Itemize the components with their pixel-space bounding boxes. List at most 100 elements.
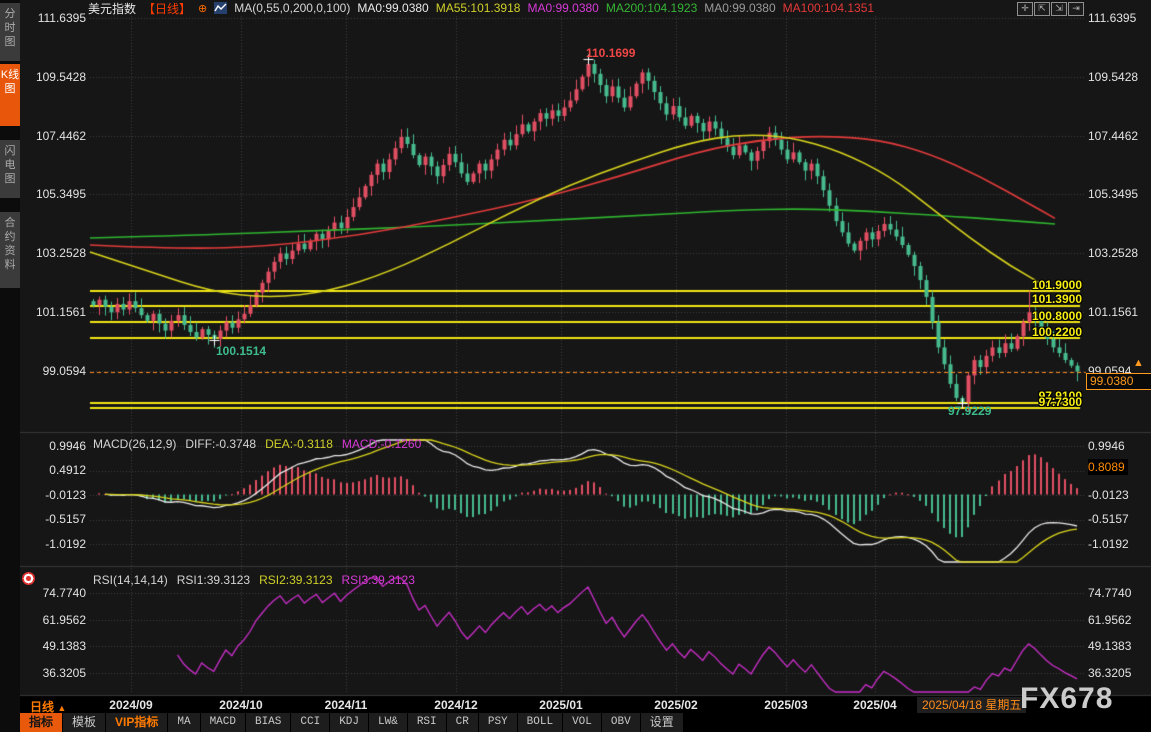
y-axis-label: 103.2528 [22, 246, 86, 260]
rsi-axis-label: 74.7740 [22, 586, 86, 600]
ma0b-value: MA0:99.0380 [527, 1, 598, 15]
toolbar-lw-button[interactable]: LW& [369, 713, 408, 732]
toolbar-kdj-button[interactable]: KDJ [330, 713, 369, 732]
x-axis-month: 2024/09 [101, 698, 161, 712]
y-axis-label: 111.6395 [22, 11, 86, 25]
app: { "header": { "title": "美元指数", "period_t… [0, 0, 1151, 732]
rsi1-value: RSI1:39.3123 [177, 573, 250, 587]
y-axis-label: 105.3495 [22, 187, 86, 201]
left-sidebar: 分时图 K线图 闪电图 合约资料 [0, 0, 20, 732]
sidebar-item-flash[interactable]: 闪电图 [0, 140, 20, 198]
toolbar-vip-button[interactable]: VIP指标 [106, 713, 168, 732]
macd-axis-label: -0.0123 [22, 488, 86, 502]
y-axis-label: 101.1561 [1088, 305, 1138, 319]
toolbar-macd-button[interactable]: MACD [201, 713, 246, 732]
ma200-value: MA200:104.1923 [606, 1, 697, 15]
x-axis-month: 2025/04 [845, 698, 905, 712]
price-up-arrow-icon: ▲ [1133, 357, 1144, 369]
scale-left-icon[interactable]: ⇱ [1034, 2, 1050, 16]
current-date-tag: 2025/04/18 星期五 [917, 697, 1026, 713]
x-axis-month: 2024/10 [211, 698, 271, 712]
rsi-alert-icon[interactable] [22, 572, 35, 585]
y-axis-label: 111.6395 [1088, 11, 1136, 25]
crosshair-icon[interactable]: ✛ [1017, 2, 1033, 16]
level-label: 97.7300 [1012, 395, 1082, 409]
toolbar-psy-button[interactable]: PSY [479, 713, 518, 732]
chart-header: 美元指数 【日线】 ⊕ MA(0,55,0,200,0,100) MA0:99.… [88, 1, 874, 15]
rsi-axis-label: 36.3205 [1088, 666, 1131, 680]
level-label: 100.2200 [1012, 325, 1082, 339]
y-axis-label: 109.5428 [1088, 70, 1138, 84]
macd-macd-value: MACD:-0.1260 [342, 437, 421, 451]
fx678-watermark: FX678 [1020, 682, 1113, 716]
triangle-up-icon: ▲ [57, 703, 66, 713]
current-price-tag: 99.0380 [1086, 373, 1151, 390]
rsi-axis-label: 61.9562 [1088, 613, 1131, 627]
low-annotation: 100.1514 [216, 344, 266, 358]
macd-dea-value: DEA:-0.3118 [265, 437, 333, 451]
level-label: 101.3900 [1012, 292, 1082, 306]
macd-diff-value: DIFF:-0.3748 [185, 437, 256, 451]
ma0-value: MA0:99.0380 [357, 1, 428, 15]
x-axis-month: 2025/02 [646, 698, 706, 712]
ma-indicator-icon[interactable] [214, 2, 227, 14]
x-axis-month: 2024/11 [316, 698, 376, 712]
y-axis-label: 105.3495 [1088, 187, 1138, 201]
x-axis-month: 2025/03 [756, 698, 816, 712]
rsi-header: RSI(14,14,14) RSI1:39.3123 RSI2:39.3123 … [93, 573, 415, 587]
ma55-value: MA55:101.3918 [436, 1, 521, 15]
ma-params: MA(0,55,0,200,0,100) [234, 1, 350, 15]
period-tag[interactable]: 【日线】 [143, 0, 191, 17]
macd-header: MACD(26,12,9) DIFF:-0.3748 DEA:-0.3118 M… [93, 437, 421, 451]
rsi-axis-label: 49.1383 [22, 639, 86, 653]
sidebar-item-timeline[interactable]: 分时图 [0, 3, 20, 61]
sidebar-item-kline[interactable]: K线图 [0, 64, 20, 126]
collapse-panel-icon[interactable]: ⇥ [1068, 2, 1084, 16]
toolbar-cr-button[interactable]: CR [447, 713, 479, 732]
sidebar-item-contract[interactable]: 合约资料 [0, 212, 20, 288]
indicator-toolbar: 指标 模板 VIP指标 MA MACD BIAS CCI KDJ LW& RSI… [20, 713, 1151, 732]
toolbar-settings-button[interactable]: 设置 [641, 713, 684, 732]
toolbar-indicator-button[interactable]: 指标 [20, 713, 63, 732]
macd-axis-label: -0.0123 [1088, 488, 1129, 502]
y-axis-label: 107.4462 [1088, 129, 1138, 143]
high-annotation: 110.1699 [586, 46, 635, 60]
toolbar-cci-button[interactable]: CCI [291, 713, 330, 732]
macd-current-tag: 0.8089 [1088, 459, 1128, 475]
toolbar-template-button[interactable]: 模板 [63, 713, 106, 732]
ma0c-value: MA0:99.0380 [704, 1, 775, 15]
toolbar-bias-button[interactable]: BIAS [246, 713, 291, 732]
y-axis-label: 109.5428 [22, 70, 86, 84]
y-axis-label: 99.0594 [22, 364, 86, 378]
macd-axis-label: -1.0192 [22, 537, 86, 551]
add-indicator-icon[interactable]: ⊕ [198, 2, 207, 15]
toolbar-obv-button[interactable]: OBV [602, 713, 641, 732]
ma100-value: MA100:104.1351 [783, 1, 874, 15]
toolbar-vol-button[interactable]: VOL [563, 713, 602, 732]
macd-axis-label: -0.5157 [1088, 512, 1129, 526]
rsi-axis-label: 61.9562 [22, 613, 86, 627]
rsi-axis-label: 36.3205 [22, 666, 86, 680]
scale-right-icon[interactable]: ⇲ [1051, 2, 1067, 16]
rsi3-value: RSI3:39.3123 [342, 573, 415, 587]
macd-axis-label: 0.9946 [1088, 439, 1125, 453]
x-axis-month: 2025/01 [531, 698, 591, 712]
toolbar-boll-button[interactable]: BOLL [518, 713, 563, 732]
x-axis-month: 2024/12 [426, 698, 486, 712]
macd-params: MACD(26,12,9) [93, 437, 176, 451]
instrument-title: 美元指数 [88, 0, 136, 17]
macd-axis-label: 0.9946 [22, 439, 86, 453]
rsi2-value: RSI2:39.3123 [259, 573, 332, 587]
toolbar-ma-button[interactable]: MA [168, 713, 200, 732]
chart-canvas[interactable] [20, 0, 1151, 713]
toolbar-rsi-button[interactable]: RSI [408, 713, 447, 732]
rsi-axis-label: 74.7740 [1088, 586, 1131, 600]
rsi-axis-label: 49.1383 [1088, 639, 1131, 653]
level-label: 101.9000 [1012, 278, 1082, 292]
y-axis-label: 101.1561 [22, 305, 86, 319]
low-annotation: 97.9229 [948, 404, 991, 418]
macd-axis-label: 0.4912 [22, 463, 86, 477]
macd-axis-label: -1.0192 [1088, 537, 1129, 551]
level-label: 100.8000 [1012, 309, 1082, 323]
y-axis-label: 107.4462 [22, 129, 86, 143]
